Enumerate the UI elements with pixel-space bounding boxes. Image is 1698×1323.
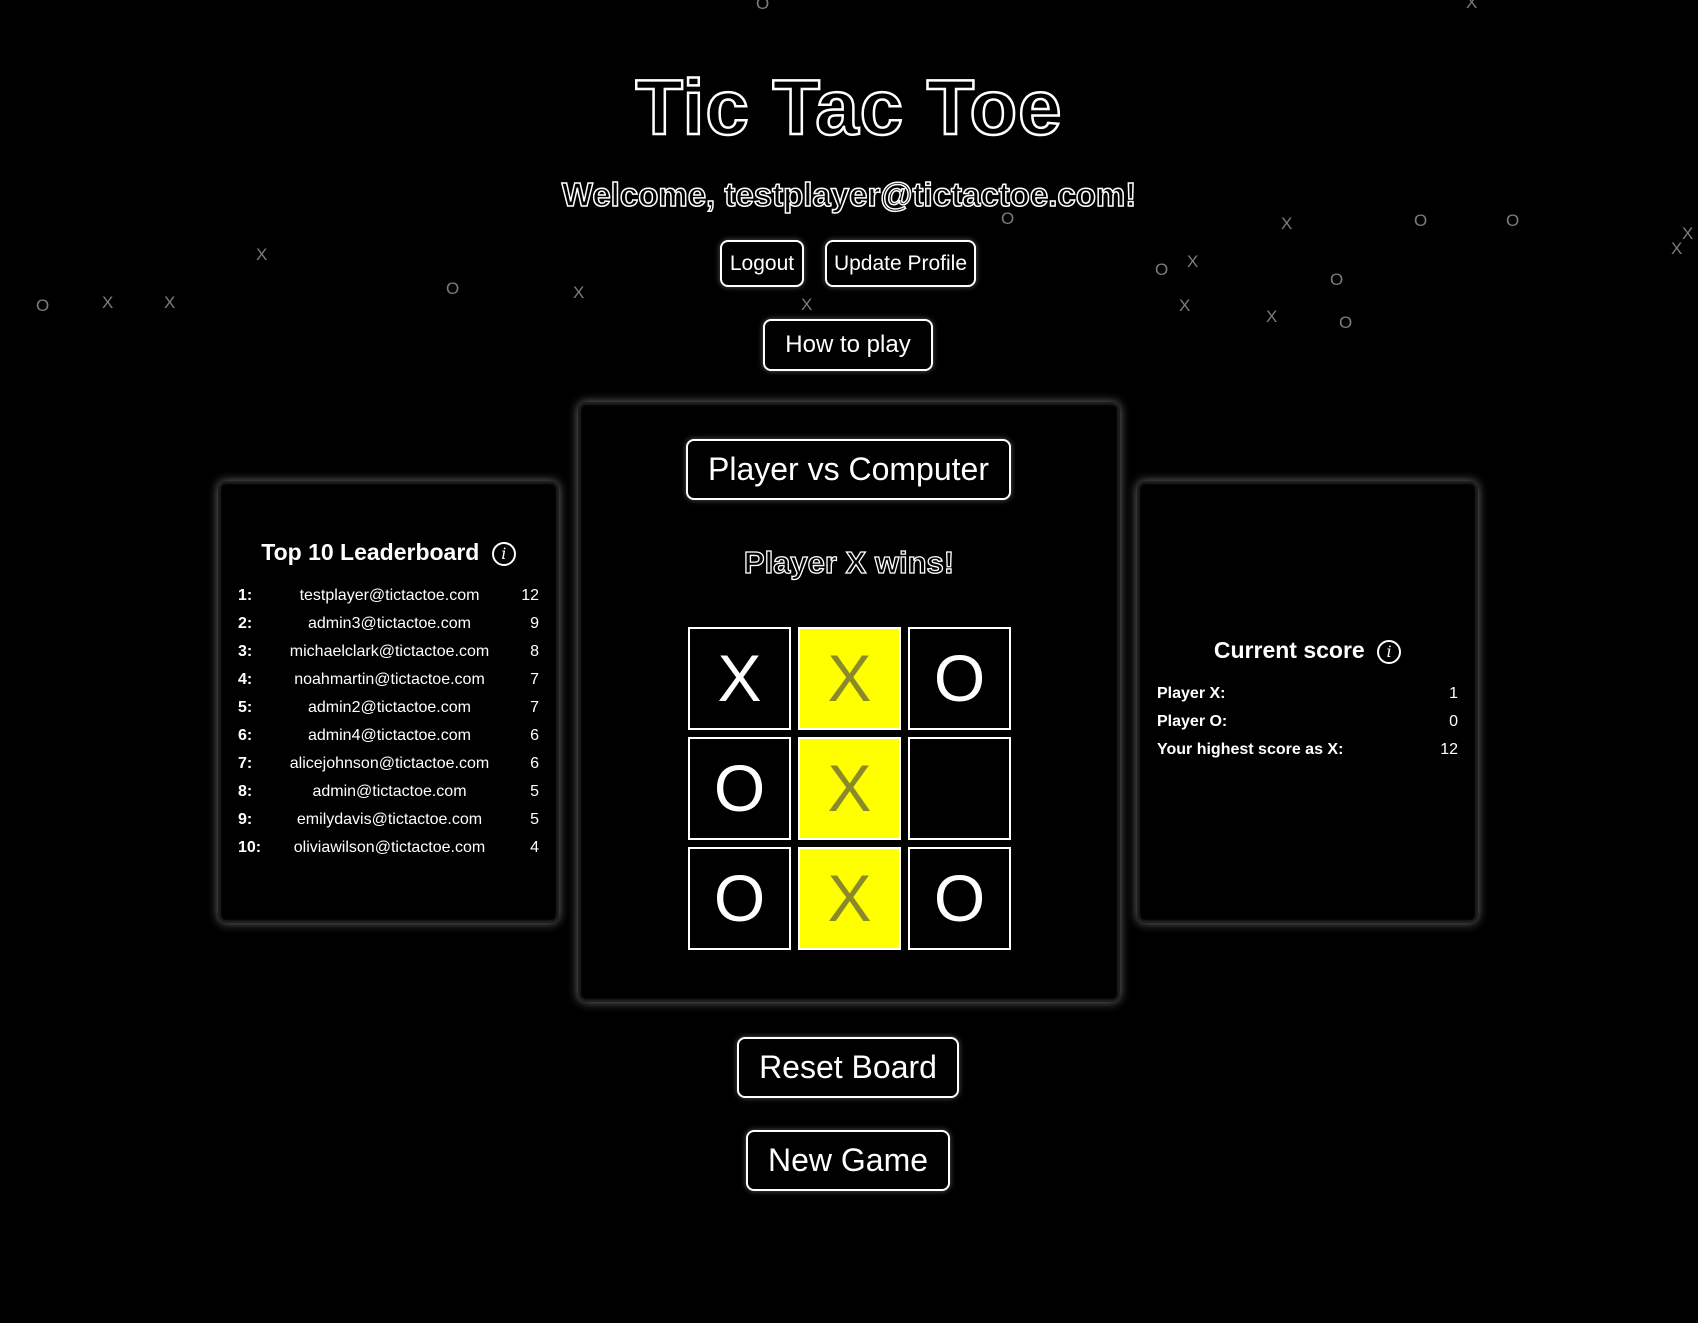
score-row: Player O: 0 <box>1157 708 1458 736</box>
leaderboard-score: 5 <box>530 811 539 828</box>
leaderboard-rank: 6: <box>238 727 253 744</box>
leaderboard-row: 6: admin4@tictactoe.com 6 <box>238 722 539 750</box>
leaderboard-rank: 3: <box>238 643 253 660</box>
background-mark: O <box>1339 313 1353 332</box>
reset-board-button[interactable]: Reset Board <box>737 1037 959 1098</box>
board-cell[interactable] <box>908 737 1011 840</box>
leaderboard-row: 1: testplayer@tictactoe.com 12 <box>238 582 539 610</box>
background-mark: O <box>1155 260 1169 279</box>
leaderboard-score: 5 <box>530 783 539 800</box>
leaderboard-email: oliviawilson@tictactoe.com <box>293 839 486 856</box>
welcome-message: Welcome, testplayer@tictactoe.com! <box>561 175 1137 214</box>
leaderboard-rank: 10: <box>238 839 262 856</box>
game-board: X X O O X O X O <box>688 627 1013 952</box>
board-cell[interactable]: X <box>798 627 901 730</box>
leaderboard-email: noahmartin@tictactoe.com <box>294 671 485 688</box>
score-row: Player X: 1 <box>1157 680 1458 708</box>
background-mark: X <box>1682 224 1694 243</box>
background-mark: X <box>164 293 176 312</box>
page: O X X O X X O X X O O X O X X O O X X O … <box>0 0 1698 1323</box>
leaderboard-row: 5: admin2@tictactoe.com 7 <box>238 694 539 722</box>
background-mark: X <box>1179 296 1191 315</box>
leaderboard-score: 4 <box>530 839 539 856</box>
leaderboard-rank: 9: <box>238 811 253 828</box>
board-cell[interactable]: O <box>688 847 791 950</box>
background-mark: O <box>1414 211 1428 230</box>
info-icon[interactable]: i <box>1377 640 1402 664</box>
leaderboard-row: 7: alicejohnson@tictactoe.com 6 <box>238 750 539 778</box>
leaderboard-email: alicejohnson@tictactoe.com <box>289 755 490 772</box>
background-mark: O <box>446 279 460 298</box>
score-title: Current score <box>1213 637 1365 663</box>
page-title: Tic Tac Toe <box>634 62 1063 153</box>
leaderboard-email: admin@tictactoe.com <box>312 783 467 800</box>
new-game-button[interactable]: New Game <box>746 1130 950 1191</box>
leaderboard-score: 7 <box>530 699 539 716</box>
leaderboard-row: 8: admin@tictactoe.com 5 <box>238 778 539 806</box>
leaderboard-email: admin2@tictactoe.com <box>308 699 471 716</box>
background-mark: X <box>102 293 114 312</box>
update-profile-button[interactable]: Update Profile <box>825 240 976 287</box>
score-heading: Current score i <box>1139 637 1476 664</box>
score-value: 1 <box>1449 685 1458 702</box>
leaderboard-row: 10: oliviawilson@tictactoe.com 4 <box>238 834 539 862</box>
score-label: Player X: <box>1157 685 1226 702</box>
leaderboard-rank: 7: <box>238 755 253 772</box>
score-panel: Current score i Player X: 1 Player O: 0 … <box>1137 481 1478 923</box>
leaderboard-score: 12 <box>521 587 539 604</box>
background-mark: X <box>1671 239 1683 258</box>
leaderboard-email: admin3@tictactoe.com <box>308 615 471 632</box>
how-to-play-button[interactable]: How to play <box>763 319 933 371</box>
leaderboard-row: 3: michaelclark@tictactoe.com 8 <box>238 638 539 666</box>
leaderboard-rank: 4: <box>238 671 253 688</box>
score-value: 0 <box>1449 713 1458 730</box>
game-mode-button[interactable]: Player vs Computer <box>686 439 1011 500</box>
leaderboard-email: admin4@tictactoe.com <box>308 727 471 744</box>
background-mark: X <box>1266 307 1278 326</box>
board-cell[interactable]: O <box>908 847 1011 950</box>
board-cell[interactable]: X <box>688 627 791 730</box>
background-mark: X <box>801 295 813 314</box>
leaderboard-email: testplayer@tictactoe.com <box>299 587 480 604</box>
background-mark: O <box>1330 270 1344 289</box>
background-mark: O <box>36 296 50 315</box>
background-mark: X <box>256 245 268 264</box>
leaderboard-score: 9 <box>530 615 539 632</box>
leaderboard-score: 6 <box>530 727 539 744</box>
score-row: Your highest score as X: 12 <box>1157 736 1458 764</box>
leaderboard-rank: 8: <box>238 783 253 800</box>
board-cell[interactable]: O <box>908 627 1011 730</box>
board-cell[interactable]: X <box>798 737 901 840</box>
background-mark: X <box>573 283 585 302</box>
leaderboard-row: 2: admin3@tictactoe.com 9 <box>238 610 539 638</box>
leaderboard-rank: 5: <box>238 699 253 716</box>
leaderboard-score: 8 <box>530 643 539 660</box>
background-mark: X <box>1466 0 1478 12</box>
background-mark: X <box>1187 252 1199 271</box>
background-mark: O <box>756 0 770 13</box>
score-label: Your highest score as X: <box>1157 741 1344 758</box>
background-mark: X <box>1281 214 1293 233</box>
leaderboard-email: michaelclark@tictactoe.com <box>289 643 490 660</box>
leaderboard-score: 7 <box>530 671 539 688</box>
leaderboard-rank: 1: <box>238 587 253 604</box>
board-cell[interactable]: O <box>688 737 791 840</box>
leaderboard-score: 6 <box>530 755 539 772</box>
leaderboard-row: 4: noahmartin@tictactoe.com 7 <box>238 666 539 694</box>
leaderboard-email: emilydavis@tictactoe.com <box>296 811 483 828</box>
leaderboard-row: 9: emilydavis@tictactoe.com 5 <box>238 806 539 834</box>
board-cell[interactable]: X <box>798 847 901 950</box>
logout-button[interactable]: Logout <box>720 240 804 287</box>
background-mark: O <box>1506 211 1520 230</box>
score-value: 12 <box>1440 741 1458 758</box>
score-label: Player O: <box>1157 713 1228 730</box>
leaderboard-rank: 2: <box>238 615 253 632</box>
